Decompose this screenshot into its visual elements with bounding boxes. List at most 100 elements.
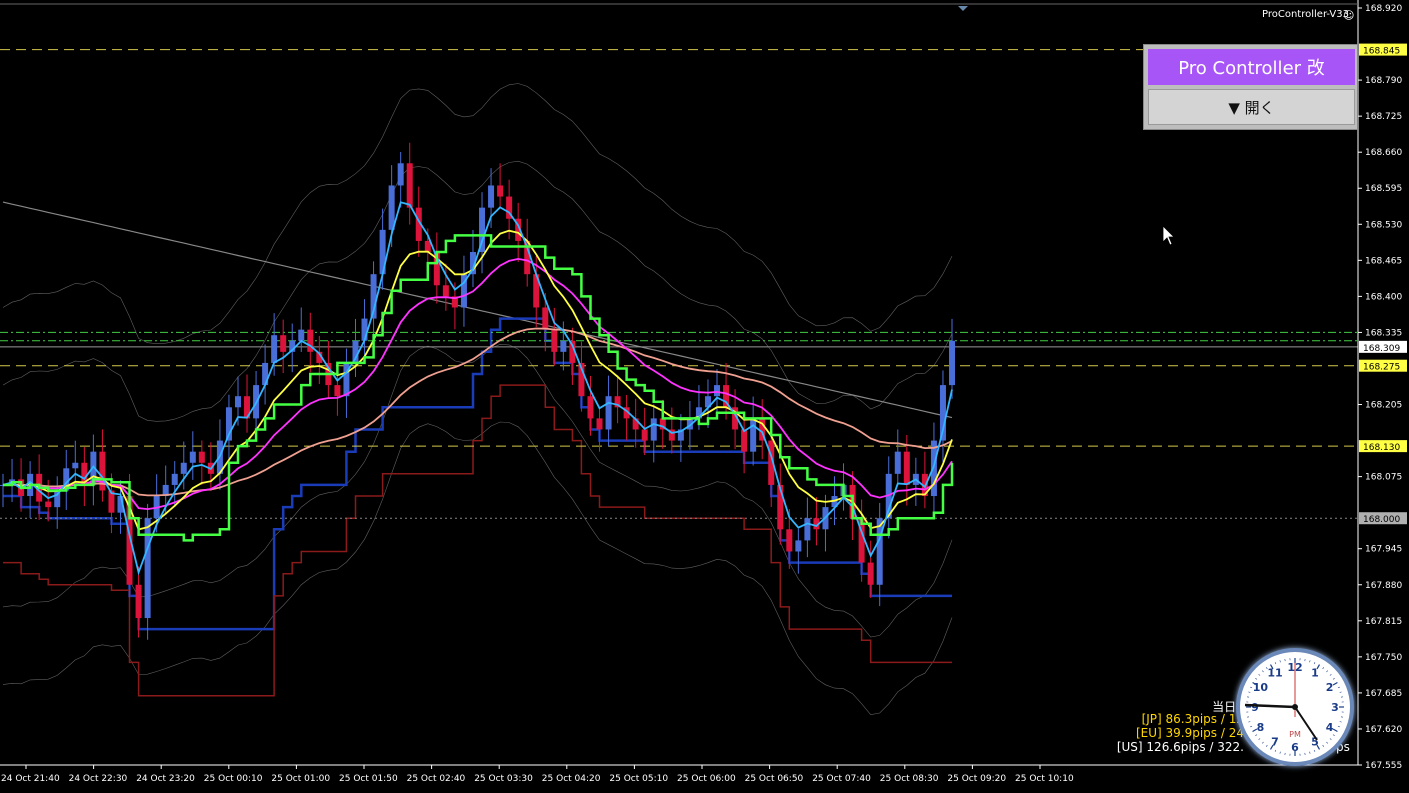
candle-body [298, 329, 305, 341]
clock-tick [1313, 749, 1316, 752]
candle-body [542, 307, 549, 330]
candle-body [587, 396, 594, 419]
candle-body [786, 529, 793, 552]
clock-numeral: 10 [1253, 681, 1269, 694]
y-tick-label: 167.750 [1365, 653, 1402, 663]
clock-tick [1261, 670, 1264, 673]
candle-body [488, 185, 495, 208]
x-tick-label: 25 Oct 10:10 [1015, 774, 1074, 784]
y-tick-label: 168.205 [1365, 401, 1402, 411]
clock-tick [1339, 691, 1342, 693]
clock-tick [1339, 721, 1342, 723]
candle-body [894, 451, 901, 474]
x-tick-label: 25 Oct 06:00 [677, 774, 736, 784]
x-tick-label: 25 Oct 07:40 [812, 774, 871, 784]
candle-body [45, 501, 52, 508]
clock-tick [1261, 741, 1264, 744]
clock-tick [1309, 660, 1311, 663]
clock-numeral: 2 [1326, 681, 1334, 694]
x-tick-label: 25 Oct 02:40 [407, 774, 466, 784]
candle-body [171, 473, 178, 485]
open-button[interactable]: ▼ 開く [1148, 89, 1355, 125]
y-tick-label: 168.790 [1365, 76, 1402, 86]
x-tick-label: 25 Oct 01:00 [271, 774, 330, 784]
price-label: 168.309 [1363, 344, 1400, 354]
clock-tick [1337, 686, 1340, 689]
clock-tick [1258, 738, 1261, 741]
clock-tick [1258, 673, 1261, 676]
candle-body [180, 462, 187, 474]
y-tick-label: 167.945 [1365, 545, 1402, 555]
clock-numeral: 11 [1267, 666, 1282, 679]
clock-tick [1279, 660, 1281, 663]
x-tick-label: 24 Oct 21:40 [1, 774, 60, 784]
y-tick-label: 168.595 [1365, 184, 1402, 194]
clock-tick [1329, 738, 1332, 741]
candle-body [271, 335, 278, 363]
x-tick-label: 25 Oct 09:20 [947, 774, 1006, 784]
clock-tick [1313, 662, 1316, 665]
candle-body [641, 429, 648, 441]
x-tick-label: 25 Oct 08:30 [880, 774, 939, 784]
clock-tick [1248, 691, 1251, 693]
x-tick-label: 25 Oct 06:50 [745, 774, 804, 784]
pips-line: [JP] 86.3pips / 12 [1141, 712, 1244, 726]
candle-body [551, 329, 558, 352]
candle-body [406, 163, 413, 208]
x-tick-label: 25 Oct 01:50 [339, 774, 398, 784]
candle-body [795, 540, 802, 552]
candle-body [144, 518, 151, 619]
candle-body [741, 429, 748, 452]
candle-body [442, 285, 449, 297]
panel-title: Pro Controller 改 [1148, 49, 1355, 85]
y-tick-label: 168.465 [1365, 256, 1402, 266]
candle-body [596, 418, 603, 430]
candle-body [650, 418, 657, 441]
x-tick-label: 25 Oct 00:10 [204, 774, 263, 784]
y-tick-label: 168.335 [1365, 328, 1402, 338]
clock-tick [1322, 744, 1325, 747]
candle-body [135, 584, 142, 619]
candle-body [903, 451, 910, 485]
x-tick-label: 24 Oct 23:20 [136, 774, 195, 784]
candle-body [72, 462, 79, 469]
candle-body [280, 335, 287, 352]
y-tick-label: 168.075 [1365, 473, 1402, 483]
clock-tick [1279, 751, 1281, 754]
smiley-icon: ☺ [1343, 9, 1355, 22]
clock-center [1292, 704, 1298, 710]
candle-body [750, 418, 757, 452]
clock-tick [1309, 751, 1311, 754]
y-tick-label: 167.555 [1365, 761, 1402, 771]
clock-tick [1326, 741, 1329, 744]
price-label: 168.275 [1363, 363, 1400, 373]
x-tick-label: 25 Oct 03:30 [474, 774, 533, 784]
price-label: 168.130 [1363, 443, 1400, 453]
candle-body [949, 340, 955, 386]
clock-tick [1326, 670, 1329, 673]
candle-body [876, 518, 883, 585]
clock-tick [1332, 677, 1335, 680]
candle-body [497, 185, 504, 197]
candle-body [560, 340, 567, 352]
clock-numeral: 8 [1257, 721, 1265, 734]
y-tick-label: 168.530 [1365, 220, 1402, 230]
clock-tick [1274, 662, 1277, 665]
pips-line: [EU] 39.9pips / 24 [1135, 726, 1244, 740]
candle-body [234, 396, 241, 408]
clock-numeral: 9 [1251, 701, 1259, 714]
x-tick-label: 24 Oct 22:30 [69, 774, 128, 784]
clock-tick [1337, 725, 1340, 728]
pips-line: [US] 126.6pips / 322. [1116, 740, 1244, 754]
clock-face-icon: PM 1234567891011 12 [1244, 658, 1344, 756]
candle-body [867, 562, 874, 585]
clock-tick [1250, 725, 1253, 728]
candle-body [334, 385, 341, 397]
y-tick-label: 167.620 [1365, 725, 1402, 735]
clock-tick [1255, 677, 1258, 680]
x-tick-label: 25 Oct 05:10 [609, 774, 668, 784]
candle-body [714, 385, 721, 397]
clock-tick [1322, 667, 1325, 670]
y-tick-label: 168.400 [1365, 292, 1402, 302]
clock-tick [1274, 749, 1277, 752]
